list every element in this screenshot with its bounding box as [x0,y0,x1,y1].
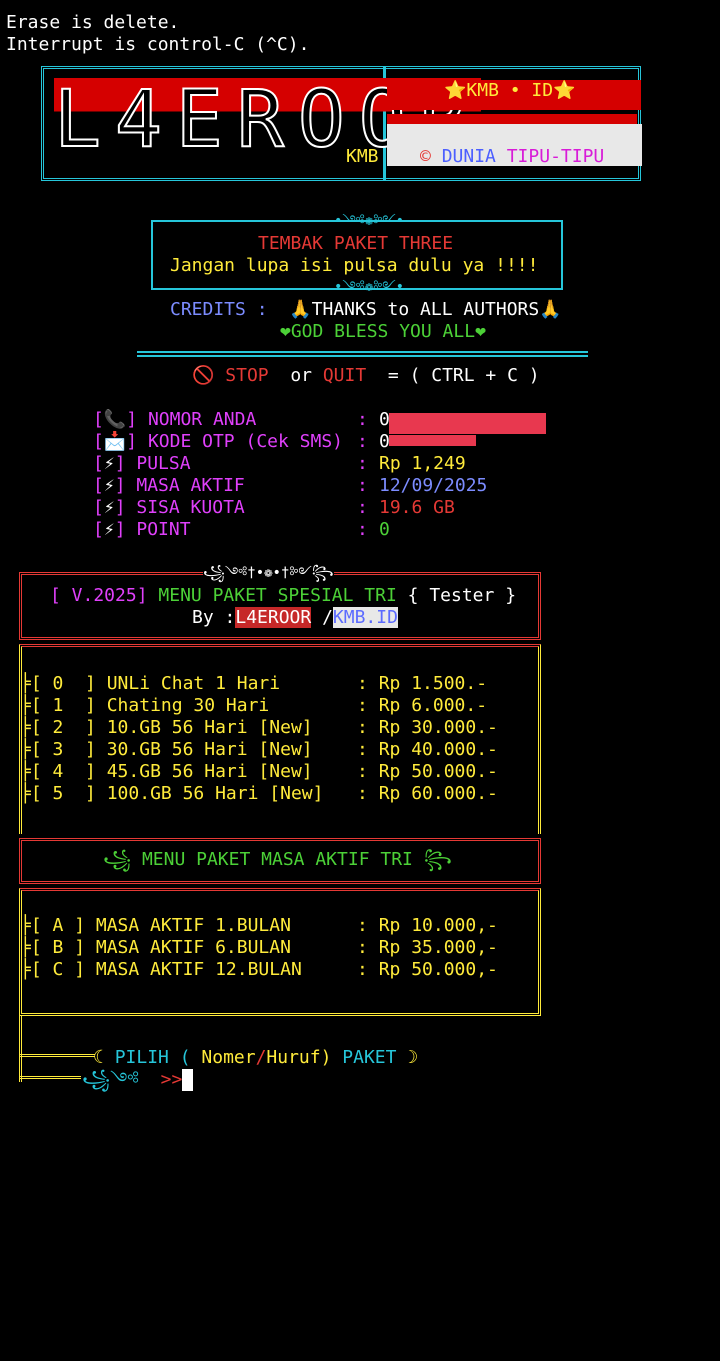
credits-line: CREDITS : 🙏THANKS to ALL AUTHORS🙏 [170,299,562,321]
account-row: [📞] NOMOR ANDA [93,409,257,430]
menu1-title: MENU PAKET SPESIAL TRI [158,585,397,606]
by-label: By : [192,607,236,628]
ctrl-c-keys: = ( CTRL + C ) [387,365,540,386]
menu-item-b-price: : Rp 35.000,- [357,937,498,958]
menu1-ornament: ꧁༺†•❁•†༻꧂ [203,562,334,584]
prompt-connector-vertical [19,1016,25,1082]
menu-item-3-price: : Rp 40.000.- [357,739,498,760]
menu-item-1[interactable]: ╞[ 1 ] Chating 30 Hari [20,695,269,717]
input-line[interactable]: ꧁༺ >> [82,1069,194,1091]
author1: L4EROOR [235,607,312,628]
menu1-title-line: [ V.2025] MENU PAKET SPESIAL TRI { Teste… [50,585,516,607]
flag-red-strip [387,114,637,124]
account-colon: : [357,409,368,430]
account-colon: : [357,519,368,540]
copyright-symbol: © [420,146,431,167]
menu-item-a-price: : Rp 10.000,- [357,915,498,936]
intro-ornament-top: •༺❁༻• [334,213,405,229]
pilih-label: PILIH ( [114,1047,191,1068]
inbox-icon: 📩 [103,431,127,452]
credits-text: 🙏THANKS to ALL AUTHORS🙏 [289,299,562,320]
account-label: PULSA [136,453,191,474]
account-row: [📩] KODE OTP (Cek SMS) [93,431,344,452]
menu-item-4-price: : Rp 50.000.- [357,761,498,782]
account-row: [⚡] POINT [93,519,191,540]
account-label: KODE OTP (Cek SMS) [147,431,344,452]
nomer-label: Nomer [201,1047,256,1068]
account-label: SISA KUOTA [136,497,245,518]
menu-item-5[interactable]: ╞[ 5 ] 100.GB 56 Hari [New] [20,783,323,805]
credits-label: CREDITS : [170,299,268,320]
paket-label: PAKET [342,1047,397,1068]
pulsa-value: Rp 1,249 [379,453,466,474]
intro-separator [137,351,588,357]
text-cursor[interactable] [182,1069,194,1091]
dunia-text: DUNIA [441,146,496,167]
version-label: [ V.2025] [50,585,148,606]
logo-sub: KMB [346,146,379,167]
author-sep: / [322,607,333,628]
intro-title: TEMBAK PAKET THREE [258,233,454,254]
author2: KMB.ID [332,607,398,628]
lightning-icon: ⚡ [103,453,115,474]
menu1-by-line: By :L4EROOR /KMB.ID [192,607,398,629]
lightning-icon: ⚡ [103,497,115,518]
copyright-line: © DUNIA TIPU-TIPU [420,146,604,168]
account-row: [⚡] SISA KUOTA [93,497,245,518]
moon-open-icon: ☾ [93,1047,104,1068]
prompt-line: ☾ PILIH ( Nomer/Huruf) PAKET ☽ [93,1047,418,1069]
menu-item-5-price: : Rp 60.000.- [357,783,498,804]
menu-item-4[interactable]: ╞[ 4 ] 45.GB 56 Hari [New] [20,761,313,783]
account-row: [⚡] PULSA [93,453,191,474]
account-colon: : [357,431,368,452]
lightning-icon: ⚡ [103,519,115,540]
menu2-title: MENU PAKET MASA AKTIF TRI [141,849,413,870]
stop-quit-line: 🚫 STOP or QUIT = ( CTRL + C ) [192,365,540,387]
account-label: NOMOR ANDA [147,409,257,430]
menu-item-2-price: : Rp 30.000.- [357,717,498,738]
point-value: 0 [379,519,390,540]
tipu-text: TIPU-TIPU [506,146,605,167]
slash-label: / [255,1047,267,1068]
stop-icon: 🚫 [192,365,215,386]
prompt-connector-1 [19,1054,95,1060]
menu-item-0-price: : Rp 1.500.- [357,673,488,694]
account-colon: : [357,497,368,518]
account-colon: : [357,453,368,474]
prompt-caret: >> [160,1069,183,1090]
menu-item-0[interactable]: ╞[ 0 ] UNLi Chat 1 Hari [20,673,280,695]
intro-ornament-bottom: •༺❁༻• [334,279,405,295]
redaction-bar [389,435,476,446]
lightning-icon: ⚡ [103,475,115,496]
bless-text: ❤GOD BLESS YOU ALL❤ [280,321,486,342]
menu-item-1-price: : Rp 6.000.- [357,695,488,716]
menu2-title-line: ꧁ MENU PAKET MASA AKTIF TRI ꧂ [103,849,452,870]
kuota-value: 19.6 GB [379,497,455,518]
quit-label: QUIT [322,365,367,386]
moon-close-icon: ☽ [407,1047,419,1068]
tester-label: { Tester } [407,585,517,606]
prompt-connector-2 [19,1076,81,1082]
menu-item-a[interactable]: ╞[ A ] MASA AKTIF 1.BULAN [20,915,291,937]
menu-item-b[interactable]: ╞[ B ] MASA AKTIF 6.BULAN [20,937,291,959]
stop-label: STOP [225,365,269,386]
account-label: POINT [136,519,191,540]
intro-subtitle: Jangan lupa isi pulsa dulu ya !!!! [170,255,539,276]
phone-icon: 📞 [103,409,127,430]
terminal-line-1: Erase is delete. [6,12,180,33]
menu-item-3[interactable]: ╞[ 3 ] 30.GB 56 Hari [New] [20,739,313,761]
menu-item-c[interactable]: ╞[ C ] MASA AKTIF 12.BULAN [20,959,302,981]
or-label: or [290,365,312,386]
huruf-label: Huruf) [266,1047,332,1068]
masa-aktif-value: 12/09/2025 [379,475,488,496]
account-label: MASA AKTIF [136,475,245,496]
menu-item-c-price: : Rp 50.000,- [357,959,498,980]
flag-title: ⭐KMB • ID⭐ [444,80,576,101]
menu-item-2[interactable]: ╞[ 2 ] 10.GB 56 Hari [New] [20,717,313,739]
redaction-bar [389,413,546,434]
arrow-deco-icon: ꧁༺ [82,1069,139,1090]
account-colon: : [357,475,368,496]
terminal-line-2: Interrupt is control-C (^C). [6,34,310,55]
account-row: [⚡] MASA AKTIF [93,475,245,496]
